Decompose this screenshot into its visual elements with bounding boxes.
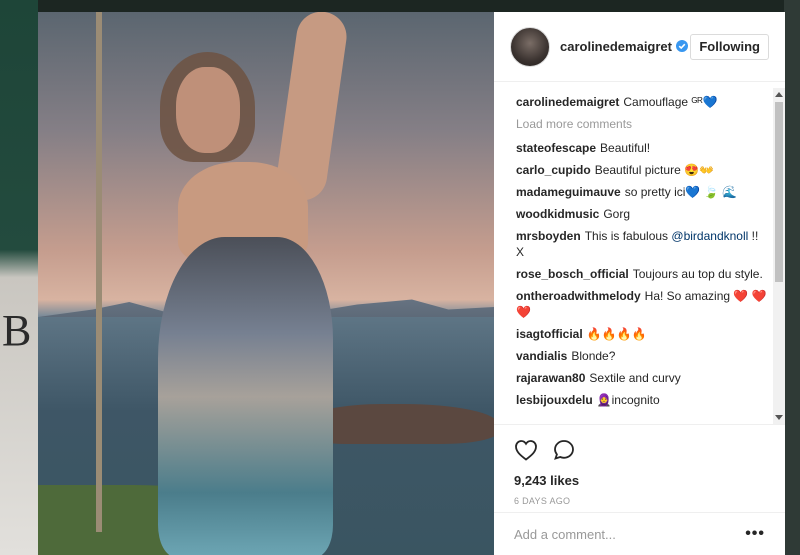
photo-rope: [96, 12, 102, 532]
comment-text: 🔥🔥🔥🔥: [586, 327, 647, 341]
comment-row: isagtofficial 🔥🔥🔥🔥: [516, 326, 767, 342]
add-comment-input[interactable]: [514, 526, 746, 542]
comment-text: Gorg: [603, 207, 631, 221]
comment-username[interactable]: carlo_cupido: [516, 163, 591, 177]
comment-username[interactable]: lesbijouxdelu: [516, 393, 593, 407]
comment-row: madameguimauve so pretty ici💙 🍃 🌊: [516, 184, 767, 200]
comment-mention-link[interactable]: @birdandknoll: [671, 229, 748, 243]
photo-rocks: [308, 404, 494, 444]
comment-username[interactable]: ontheroadwithmelody: [516, 289, 641, 303]
comment-row: rose_bosch_official Toujours au top du st…: [516, 266, 767, 282]
photo-figure-head: [176, 67, 240, 153]
load-more-comments-link[interactable]: Load more comments: [516, 116, 767, 132]
comment-row: vandialis Blonde?: [516, 348, 767, 364]
header-username[interactable]: carolinedemaigret: [560, 39, 688, 54]
avatar[interactable]: [510, 26, 550, 67]
comment-row: ontheroadwithmelody Ha! So amazing ❤️ ❤️❤…: [516, 288, 767, 320]
comment-row: carlo_cupido Beautiful picture 😍👐: [516, 162, 767, 178]
action-icons-row: [514, 435, 765, 465]
verified-badge-icon: [676, 40, 688, 52]
comment-username[interactable]: stateofescape: [516, 141, 596, 155]
comment-username[interactable]: mrsboyden: [516, 229, 581, 243]
comment-text: Toujours au top du style.: [632, 267, 763, 281]
comment-text: Beautiful picture 😍👐: [594, 163, 714, 177]
post-header: carolinedemaigret Following: [494, 12, 785, 82]
comment-icon[interactable]: [552, 438, 576, 462]
post-photo[interactable]: [38, 12, 494, 555]
comment-text: 🧕incognito: [596, 393, 660, 407]
scrollbar-thumb[interactable]: [775, 102, 783, 282]
comment-text: This is fabulous: [584, 229, 669, 243]
caption: carolinedemaigret Camouflage ᴳᴿ💙: [516, 94, 767, 110]
comment-text: so pretty ici💙 🍃 🌊: [624, 185, 737, 199]
comment-username[interactable]: vandialis: [516, 349, 567, 363]
scroll-up-arrow-icon[interactable]: [775, 92, 783, 97]
heart-icon[interactable]: [514, 439, 538, 461]
comment-row: lesbijouxdelu 🧕incognito: [516, 392, 767, 408]
more-options-button[interactable]: •••: [745, 525, 765, 543]
likes-count[interactable]: 9,243 likes: [514, 473, 765, 488]
comment-row: stateofescape Beautiful!: [516, 140, 767, 156]
post-side-panel: carolinedemaigret Following carolinedema…: [494, 12, 785, 555]
comments-scrollbar[interactable]: [773, 88, 785, 424]
comment-row: woodkidmusic Gorg: [516, 206, 767, 222]
comment-text: Blonde?: [571, 349, 616, 363]
add-comment-bar: •••: [494, 512, 785, 555]
comment-username[interactable]: isagtofficial: [516, 327, 583, 341]
comment-username[interactable]: rose_bosch_official: [516, 267, 629, 281]
comment-row: rajarawan80 Sextile and curvy: [516, 370, 767, 386]
caption-text: Camouflage ᴳᴿ💙: [623, 95, 718, 109]
comment-username[interactable]: woodkidmusic: [516, 207, 599, 221]
comment-text: Beautiful!: [600, 141, 651, 155]
background-page-strip-right: [784, 0, 800, 555]
comments-list: carolinedemaigret Camouflage ᴳᴿ💙 Load mor…: [494, 82, 785, 422]
following-button[interactable]: Following: [690, 33, 769, 60]
comment-username[interactable]: madameguimauve: [516, 185, 621, 199]
background-magazine-letter: B: [2, 306, 32, 355]
comment-row: mrsboyden This is fabulous @birdandknoll …: [516, 228, 767, 260]
post-actions: 9,243 likes 6 DAYS AGO: [494, 424, 785, 506]
background-page-strip: B: [0, 0, 38, 555]
comment-username[interactable]: rajarawan80: [516, 371, 585, 385]
comment-text: Sextile and curvy: [589, 371, 681, 385]
scroll-down-arrow-icon[interactable]: [775, 415, 783, 420]
photo-figure-dress: [158, 237, 333, 555]
post-date[interactable]: 6 DAYS AGO: [514, 496, 765, 506]
caption-username[interactable]: carolinedemaigret: [516, 95, 619, 109]
